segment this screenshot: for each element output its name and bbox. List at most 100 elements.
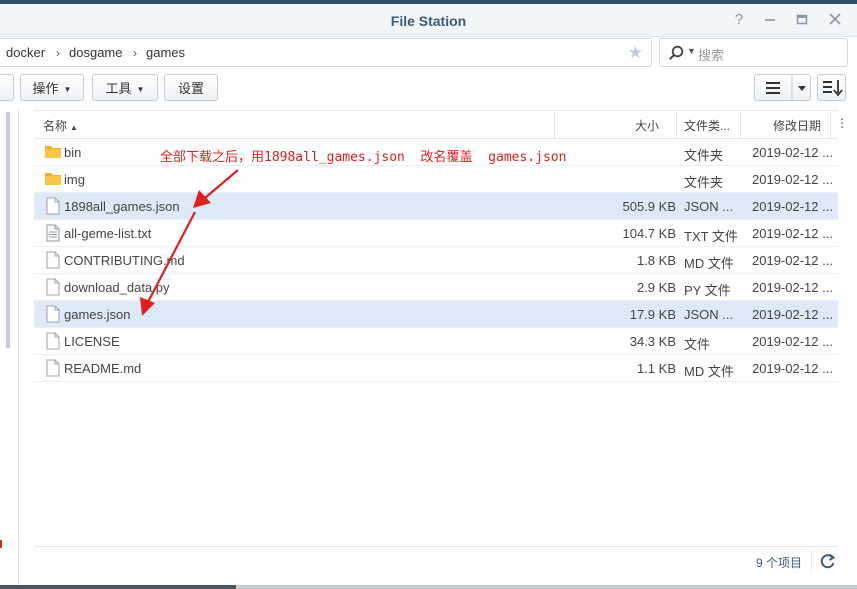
file-name: LICENSE xyxy=(64,334,120,349)
tools-button-label: 工具 xyxy=(105,81,132,96)
folder-icon xyxy=(44,143,62,162)
column-divider xyxy=(554,111,555,138)
file-modified: 2019-02-12 ... xyxy=(752,145,833,160)
file-modified: 2019-02-12 ... xyxy=(752,199,833,214)
chevron-right-icon: › xyxy=(56,46,60,60)
file-type: MD 文件 xyxy=(684,364,734,379)
breadcrumb-item-dosgame[interactable]: dosgame xyxy=(69,45,122,60)
file-modified: 2019-02-12 ... xyxy=(752,307,833,322)
bottom-bar xyxy=(0,585,857,589)
bottom-bar-segment xyxy=(0,585,236,589)
file-name: img xyxy=(64,172,85,187)
file-modified: 2019-02-12 ... xyxy=(752,172,833,187)
file-icon xyxy=(44,251,62,272)
file-modified: 2019-02-12 ... xyxy=(752,334,833,349)
search-input[interactable]: 搜索 xyxy=(698,45,724,64)
annotation-text: 全部下载之后，用1898all_games.json 改名覆盖 games.js… xyxy=(160,150,567,165)
file-name: download_data.py xyxy=(64,280,170,295)
favorite-star-icon[interactable]: ★ xyxy=(628,43,643,63)
breadcrumb-item-games[interactable]: games xyxy=(146,45,185,60)
help-icon[interactable]: ? xyxy=(729,10,749,30)
file-size: 2.9 KB xyxy=(636,280,676,295)
action-button-label: 操作 xyxy=(32,81,59,96)
file-row[interactable]: all-geme-list.txt 104.7 KB TXT 文件 2019-02-1… xyxy=(34,220,838,247)
sort-button[interactable] xyxy=(817,74,846,101)
caret-down-icon: ▼ xyxy=(63,85,72,95)
file-row[interactable]: CONTRIBUTING.md 1.8 KB MD 文件 2019-02-12 ... xyxy=(34,247,838,274)
file-icon xyxy=(44,305,62,326)
file-name: all-geme-list.txt xyxy=(64,226,152,241)
file-modified: 2019-02-12 ... xyxy=(752,253,833,268)
column-header-modified[interactable]: 修改日期 xyxy=(773,117,821,134)
close-icon[interactable] xyxy=(825,10,845,30)
file-name: games.json xyxy=(64,307,131,322)
left-edge-marker xyxy=(0,540,2,548)
file-rows: bin 文件夹 2019-02-12 ... img 文件夹 2019-02-12 ...… xyxy=(34,139,838,382)
minimize-icon[interactable] xyxy=(760,10,780,30)
breadcrumb-item-docker[interactable]: docker xyxy=(6,45,45,60)
chevron-right-icon: › xyxy=(133,46,137,60)
file-row[interactable]: download_data.py 2.9 KB PY 文件 2019-02-12 ..… xyxy=(34,274,838,301)
file-icon xyxy=(44,359,62,380)
file-row[interactable]: games.json 17.9 KB JSON ... 2019-02-12 ... xyxy=(34,301,838,328)
file-type: TXT 文件 xyxy=(684,229,738,244)
file-row[interactable]: img 文件夹 2019-02-12 ... xyxy=(34,166,838,193)
sort-asc-icon: ▲ xyxy=(70,123,78,132)
refresh-icon[interactable] xyxy=(820,553,836,569)
column-divider xyxy=(676,111,677,138)
action-button[interactable]: 操作 ▼ xyxy=(20,74,84,101)
tools-button[interactable]: 工具 ▼ xyxy=(92,74,158,101)
title-bar: File Station ? xyxy=(0,4,857,37)
file-name: CONTRIBUTING.md xyxy=(64,253,185,268)
column-divider xyxy=(740,111,741,138)
maximize-icon[interactable] xyxy=(792,10,812,30)
file-size: 1.1 KB xyxy=(636,361,676,376)
folder-icon xyxy=(44,170,62,189)
file-size: 1.8 KB xyxy=(636,253,676,268)
file-type: JSON ... xyxy=(684,307,734,322)
column-header-size[interactable]: 大小 xyxy=(635,117,659,134)
settings-button[interactable]: 设置 xyxy=(164,74,218,101)
search-box[interactable]: ▼ 搜索 xyxy=(659,38,848,67)
file-type: 文件夹 xyxy=(684,148,724,163)
search-icon xyxy=(669,45,684,60)
back-button[interactable] xyxy=(0,74,14,101)
file-modified: 2019-02-12 ... xyxy=(752,226,833,241)
file-list-header: 名称 ▲ 大小 文件类... 修改日期 ⋮ xyxy=(34,110,848,139)
breadcrumb: docker › dosgame › games ★ xyxy=(0,38,652,67)
file-size: 34.3 KB xyxy=(629,334,676,349)
file-modified: 2019-02-12 ... xyxy=(752,361,833,376)
view-mode-button[interactable] xyxy=(754,74,811,101)
sort-icon xyxy=(823,80,843,97)
column-name-label: 名称 xyxy=(43,119,68,133)
column-divider xyxy=(830,111,831,138)
file-type: MD 文件 xyxy=(684,256,734,271)
column-header-name[interactable]: 名称 ▲ xyxy=(43,117,78,134)
item-count: 9 个项目 xyxy=(755,556,802,570)
column-menu-icon[interactable]: ⋮ xyxy=(836,116,848,130)
chevron-down-icon[interactable]: ▼ xyxy=(687,46,696,56)
file-type: 文件夹 xyxy=(684,175,724,190)
text-file-icon xyxy=(44,224,62,245)
file-name: README.md xyxy=(64,361,142,376)
left-pane-scrollbar[interactable] xyxy=(6,112,10,348)
status-divider xyxy=(811,551,812,571)
file-row[interactable]: README.md 1.1 KB MD 文件 2019-02-12 ... xyxy=(34,355,838,382)
status-bar: 9 个项目 xyxy=(34,546,838,575)
caret-down-icon: ▼ xyxy=(136,85,145,95)
file-name: bin xyxy=(64,145,82,160)
file-size: 104.7 KB xyxy=(622,226,677,241)
file-type: JSON ... xyxy=(684,199,734,214)
file-modified: 2019-02-12 ... xyxy=(752,280,833,295)
file-icon xyxy=(44,332,62,353)
file-name: 1898all_games.json xyxy=(64,199,180,214)
file-size: 17.9 KB xyxy=(629,307,676,322)
column-header-type[interactable]: 文件类... xyxy=(684,117,730,134)
file-icon xyxy=(44,278,62,299)
file-size: 505.9 KB xyxy=(622,199,677,214)
file-row[interactable]: LICENSE 34.3 KB 文件 2019-02-12 ... xyxy=(34,328,838,355)
file-type: PY 文件 xyxy=(684,283,731,298)
file-type: 文件 xyxy=(684,337,711,352)
file-icon xyxy=(44,197,62,218)
file-row[interactable]: 1898all_games.json 505.9 KB JSON ... 2019-0… xyxy=(34,193,838,220)
